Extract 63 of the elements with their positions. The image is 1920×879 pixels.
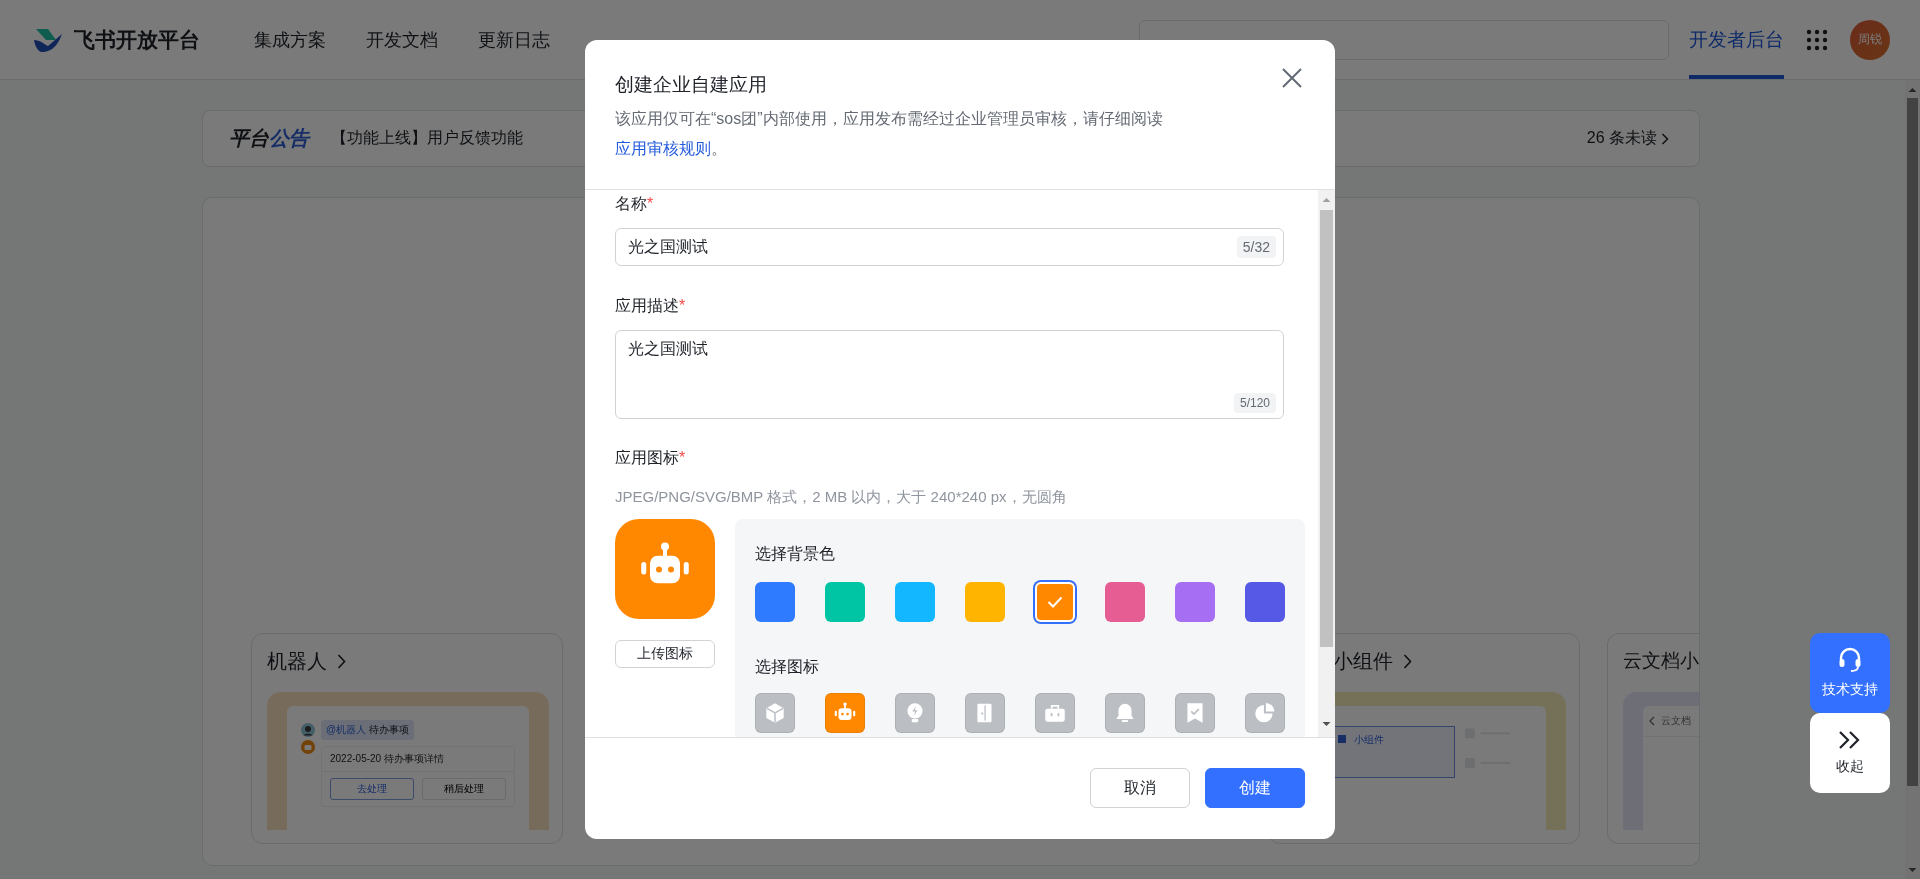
preview-button: 去处理	[330, 778, 414, 800]
chevron-right-icon	[1403, 653, 1412, 669]
card-title: 小组件	[1333, 648, 1393, 674]
char-counter: 5/32	[1236, 236, 1276, 258]
section-title: 选择图标	[755, 657, 820, 677]
announcement-title: 平台公告	[229, 126, 309, 151]
check-icon	[1047, 596, 1063, 608]
message-text: 2022-05-20 待办事项详情	[322, 747, 514, 772]
icon-option[interactable]	[965, 693, 1005, 733]
icon-option[interactable]	[1245, 693, 1285, 733]
card-title: 云文档小	[1623, 649, 1699, 673]
chevron-left-icon	[1649, 716, 1655, 726]
headset-icon	[1838, 647, 1862, 673]
create-button[interactable]: 创建	[1205, 768, 1305, 808]
collapse-button[interactable]: 收起	[1810, 713, 1890, 793]
avatar-icon	[301, 723, 315, 737]
chevron-right-icon	[337, 653, 346, 669]
upload-icon-button[interactable]: 上传图标	[615, 640, 715, 668]
color-swatch[interactable]	[1035, 582, 1075, 622]
unread-link[interactable]: 26 条未读	[1586, 128, 1669, 149]
icon-option[interactable]	[1035, 693, 1075, 733]
logo-text: 飞书开放平台	[74, 26, 200, 53]
color-swatch[interactable]	[1245, 582, 1285, 622]
icon-option[interactable]	[825, 693, 865, 733]
user-avatar[interactable]: 周锐	[1850, 19, 1890, 60]
docs-header: 云文档	[1661, 714, 1691, 728]
color-swatch[interactable]	[895, 582, 935, 622]
rules-link[interactable]: 应用审核规则	[615, 140, 711, 157]
nav-link[interactable]: 更新日志	[478, 27, 550, 52]
card-title: 机器人	[267, 648, 327, 674]
bot-avatar-icon	[301, 740, 315, 754]
announcement-message[interactable]: 【功能上线】用户反馈功能	[331, 128, 523, 149]
preview-button: 稍后处理	[422, 778, 506, 800]
color-swatch[interactable]	[755, 582, 795, 622]
feature-card[interactable]: 机器人 @机器人 待办事项 2022-05-20 待办事项详情 去处理 稍后处理	[251, 633, 563, 844]
field-label: 应用描述*	[615, 296, 687, 316]
color-swatch[interactable]	[965, 582, 1005, 622]
field-label: 应用图标*	[615, 448, 687, 468]
icon-option[interactable]	[895, 693, 935, 733]
mention-message: @机器人 待办事项	[321, 720, 414, 740]
section-title: 选择背景色	[755, 544, 836, 564]
upload-hint: JPEG/PNG/SVG/BMP 格式，2 MB 以内，大于 240*240 px，无圆角	[615, 487, 1068, 507]
dialog-scrollbar[interactable]	[1318, 190, 1335, 737]
nav-link[interactable]: 集成方案	[254, 27, 326, 52]
icon-option[interactable]	[1175, 693, 1215, 733]
close-icon	[1282, 68, 1302, 88]
cancel-button[interactable]: 取消	[1090, 768, 1190, 808]
color-swatch[interactable]	[825, 582, 865, 622]
close-button[interactable]	[1282, 68, 1302, 88]
icon-option[interactable]	[1105, 693, 1145, 733]
dialog-title: 创建企业自建应用	[615, 73, 767, 97]
char-counter: 5/120	[1233, 393, 1276, 413]
support-button[interactable]: 技术支持	[1810, 633, 1890, 713]
nav-link[interactable]: 开发文档	[366, 27, 438, 52]
color-swatch[interactable]	[1175, 582, 1215, 622]
dialog-description: 该应用仅可在“sos团”内部使用，应用发布需经过企业管理员审核，请仔细阅读 应用审核规则。	[615, 109, 1164, 159]
app-grid-icon[interactable]	[1806, 28, 1828, 51]
double-chevron-right-icon	[1838, 730, 1862, 750]
chevron-right-icon	[1661, 132, 1669, 145]
console-tab[interactable]: 开发者后台	[1689, 0, 1784, 79]
color-swatch[interactable]	[1105, 582, 1145, 622]
icon-option[interactable]	[755, 693, 795, 733]
field-label: 名称*	[615, 194, 655, 214]
